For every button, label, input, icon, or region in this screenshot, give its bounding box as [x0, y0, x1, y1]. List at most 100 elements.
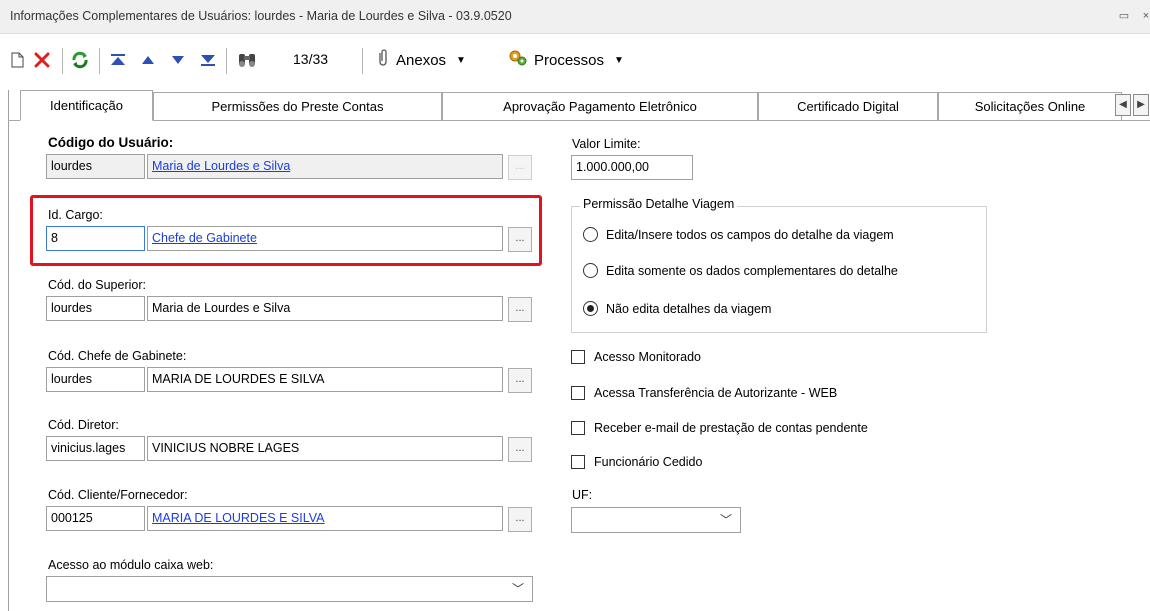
chevron-down-icon: ﹀	[511, 582, 524, 596]
field-value: Chefe de Gabinete	[152, 231, 257, 245]
toolbar-separator	[362, 48, 363, 74]
cod-chefe-gabinete-label: Cód. Chefe de Gabinete:	[48, 349, 187, 363]
checkbox-box	[571, 455, 585, 469]
binoculars-icon[interactable]	[234, 46, 260, 74]
checkbox-label: Acesso Monitorado	[594, 350, 702, 364]
checkbox-acessa-transferencia[interactable]: Acessa Transferência de Autorizante - WE…	[571, 386, 837, 400]
tab-baseline	[8, 120, 1150, 121]
close-icon[interactable]: ×	[1136, 7, 1150, 25]
permissao-viagem-title: Permissão Detalhe Viagem	[580, 197, 738, 211]
uf-label: UF:	[572, 488, 593, 502]
field-value: VINICIUS NOBRE LAGES	[152, 441, 300, 455]
window-title: Informações Complementares de Usuários: …	[10, 9, 512, 23]
tab-scroll-right-icon[interactable]: ▶	[1133, 94, 1149, 116]
valor-limite-label: Valor Limite:	[572, 137, 641, 151]
gears-icon	[508, 49, 528, 71]
restore-icon[interactable]: ▭	[1114, 7, 1134, 25]
tab-scroll-left-icon[interactable]: ◀	[1115, 94, 1131, 116]
codigo-usuario-name-field[interactable]: Maria de Lourdes e Silva	[147, 154, 503, 179]
radio-nao-edita[interactable]: Não edita detalhes da viagem	[583, 301, 771, 316]
id-cargo-lookup-button[interactable]: ...	[508, 227, 532, 252]
toolbar-separator	[226, 48, 227, 74]
field-value: 1.000.000,00	[576, 160, 649, 174]
cod-cliente-label: Cód. Cliente/Fornecedor:	[48, 488, 188, 502]
cod-chefe-gabinete-lookup-button[interactable]: ...	[508, 368, 532, 393]
checkbox-acesso-monitorado[interactable]: Acesso Monitorado	[571, 350, 701, 364]
field-value: lourdes	[51, 301, 92, 315]
checkbox-label: Funcionário Cedido	[594, 455, 703, 469]
tab-label: Identificação	[50, 98, 123, 113]
tab-permissoes-preste-contas[interactable]: Permissões do Preste Contas	[153, 92, 442, 120]
refresh-icon[interactable]	[68, 46, 92, 74]
tab-label: Aprovação Pagamento Eletrônico	[503, 99, 697, 114]
radio-label: Não edita detalhes da viagem	[606, 301, 772, 316]
toolbar: 13/33 Anexos ▼ Processos ▼	[0, 36, 1150, 86]
radio-circle	[583, 263, 598, 278]
cod-cliente-field[interactable]: 000125	[46, 506, 145, 531]
radio-label: Edita somente os dados complementares do…	[606, 263, 898, 278]
radio-circle	[583, 301, 598, 316]
last-record-icon[interactable]	[196, 46, 220, 74]
field-value: vinicius.lages	[51, 441, 126, 455]
radio-label: Edita/Insere todos os campos do detalhe …	[606, 227, 894, 242]
radio-circle	[583, 227, 598, 242]
checkbox-box	[571, 421, 585, 435]
field-value: lourdes	[51, 159, 92, 173]
processos-label: Processos	[534, 51, 605, 69]
field-value: 000125	[51, 511, 93, 525]
new-icon[interactable]	[6, 46, 28, 74]
title-bar: Informações Complementares de Usuários: …	[0, 0, 1150, 34]
codigo-usuario-label: Código do Usuário:	[48, 135, 174, 150]
anexos-button[interactable]: Anexos ▼	[376, 49, 466, 71]
id-cargo-name-field[interactable]: Chefe de Gabinete	[147, 226, 503, 251]
cod-cliente-name-field[interactable]: MARIA DE LOURDES E SILVA	[147, 506, 503, 531]
tab-solicitacoes-online[interactable]: Solicitações Online	[938, 92, 1122, 120]
radio-edita-insere[interactable]: Edita/Insere todos os campos do detalhe …	[583, 227, 894, 242]
cod-superior-lookup-button[interactable]: ...	[508, 297, 532, 322]
toolbar-separator	[62, 48, 63, 74]
radio-edita-somente[interactable]: Edita somente os dados complementares do…	[583, 263, 898, 278]
next-record-icon[interactable]	[166, 46, 190, 74]
valor-limite-field[interactable]: 1.000.000,00	[571, 155, 693, 180]
field-value: Maria de Lourdes e Silva	[152, 301, 291, 315]
cod-chefe-gabinete-name-field[interactable]: MARIA DE LOURDES E SILVA	[147, 367, 503, 392]
id-cargo-field[interactable]: 8	[46, 226, 145, 251]
field-value: lourdes	[51, 372, 92, 386]
processos-button[interactable]: Processos ▼	[508, 49, 624, 71]
cod-diretor-field[interactable]: vinicius.lages	[46, 436, 145, 461]
field-value: MARIA DE LOURDES E SILVA	[152, 511, 325, 525]
panel-border	[8, 90, 9, 611]
tab-label: Certificado Digital	[797, 99, 899, 114]
cod-chefe-gabinete-field[interactable]: lourdes	[46, 367, 145, 392]
paperclip-icon	[376, 49, 390, 71]
codigo-usuario-lookup-button[interactable]: ...	[508, 155, 532, 180]
tab-aprovacao-pagamento[interactable]: Aprovação Pagamento Eletrônico	[442, 92, 758, 120]
cod-superior-field[interactable]: lourdes	[46, 296, 145, 321]
toolbar-separator	[99, 48, 100, 74]
uf-select[interactable]: ﹀	[571, 507, 741, 533]
cod-cliente-lookup-button[interactable]: ...	[508, 507, 532, 532]
cod-diretor-lookup-button[interactable]: ...	[508, 437, 532, 462]
radio-selected-dot	[587, 305, 594, 312]
anexos-label: Anexos	[396, 51, 447, 69]
cod-superior-label: Cód. do Superior:	[48, 278, 146, 292]
cod-superior-name-field[interactable]: Maria de Lourdes e Silva	[147, 296, 503, 321]
field-value: Maria de Lourdes e Silva	[152, 159, 291, 173]
tab-identificacao[interactable]: Identificação	[20, 90, 153, 121]
chevron-down-icon: ﹀	[719, 513, 732, 527]
previous-record-icon[interactable]	[136, 46, 160, 74]
first-record-icon[interactable]	[106, 46, 130, 74]
tab-certificado-digital[interactable]: Certificado Digital	[758, 92, 938, 120]
checkbox-receber-email[interactable]: Receber e-mail de prestação de contas pe…	[571, 421, 868, 435]
tab-label: Solicitações Online	[974, 99, 1086, 114]
checkbox-funcionario-cedido[interactable]: Funcionário Cedido	[571, 455, 702, 469]
cod-diretor-label: Cód. Diretor:	[48, 418, 119, 432]
acesso-caixa-label: Acesso ao módulo caixa web:	[48, 558, 214, 572]
codigo-usuario-field[interactable]: lourdes	[46, 154, 145, 179]
field-value: 8	[51, 231, 58, 245]
chevron-down-icon: ▼	[456, 54, 466, 66]
acesso-caixa-select[interactable]: ﹀	[46, 576, 533, 602]
checkbox-box	[571, 386, 585, 400]
delete-icon[interactable]	[30, 46, 54, 74]
cod-diretor-name-field[interactable]: VINICIUS NOBRE LAGES	[147, 436, 503, 461]
